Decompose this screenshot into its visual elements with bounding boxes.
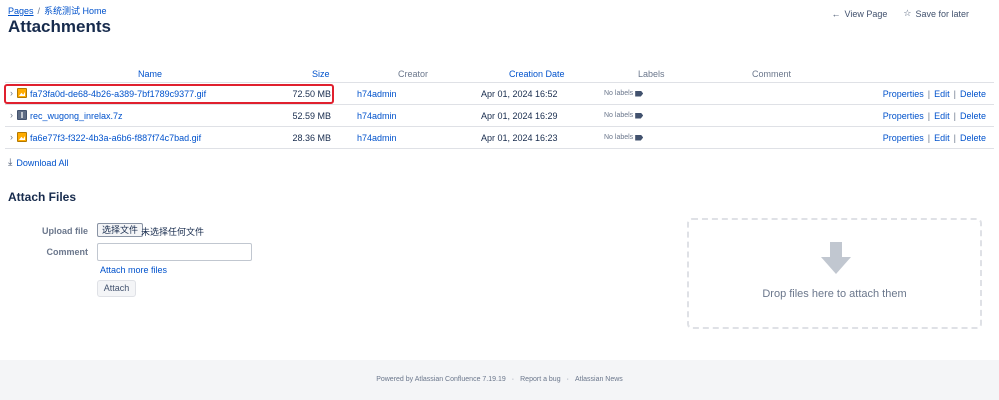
no-labels-text: No labels bbox=[604, 112, 634, 119]
chevron-left-icon: ← bbox=[831, 8, 841, 19]
comment-input[interactable] bbox=[97, 243, 252, 261]
creator-link[interactable]: h74admin bbox=[357, 89, 397, 99]
file-name-link[interactable]: rec_wugong_inrelax.7z bbox=[30, 111, 123, 121]
delete-link[interactable]: Delete bbox=[960, 111, 986, 121]
properties-link[interactable]: Properties bbox=[883, 133, 924, 143]
breadcrumb-pages[interactable]: Pages bbox=[8, 6, 34, 16]
archive-file-icon bbox=[17, 110, 27, 120]
properties-link[interactable]: Properties bbox=[883, 111, 924, 121]
download-all-label: Download All bbox=[16, 157, 69, 168]
properties-link[interactable]: Properties bbox=[883, 89, 924, 99]
creator-link[interactable]: h74admin bbox=[357, 133, 397, 143]
tag-icon[interactable] bbox=[635, 112, 644, 119]
chevron-right-icon[interactable]: › bbox=[10, 110, 13, 120]
footer: Powered by Atlassian Confluence 7.19.19 ·… bbox=[0, 360, 999, 400]
no-labels-text: No labels bbox=[604, 134, 634, 141]
download-icon: ⤓ bbox=[8, 157, 13, 168]
attach-files-title: Attach Files bbox=[8, 190, 77, 204]
table-row: › fa73fa0d-de68-4b26-a389-7bf1789c9377.g… bbox=[5, 83, 994, 105]
footer-links: Powered by Atlassian Confluence 7.19.19 ·… bbox=[0, 376, 999, 383]
comment-label: Comment bbox=[46, 247, 88, 257]
tag-icon[interactable] bbox=[635, 134, 644, 141]
row-actions: Properties | Edit | Delete bbox=[883, 89, 986, 99]
drop-zone-text: Drop files here to attach them bbox=[762, 288, 907, 300]
save-for-later-button[interactable]: ☆ Save for later bbox=[903, 8, 969, 19]
file-size: 52.59 MB bbox=[292, 111, 331, 121]
powered-by-text: Powered by Atlassian Confluence 7.19.19 bbox=[376, 376, 506, 383]
labels-cell: No labels bbox=[604, 112, 644, 119]
save-for-later-label: Save for later bbox=[915, 8, 969, 19]
top-actions: ← View Page ☆ Save for later bbox=[832, 8, 969, 19]
header-creator[interactable]: Creator bbox=[398, 69, 428, 79]
file-name-link[interactable]: fa73fa0d-de68-4b26-a389-7bf1789c9377.gif bbox=[30, 89, 206, 99]
attach-button[interactable]: Attach bbox=[97, 280, 136, 297]
drop-arrow-icon bbox=[821, 242, 851, 274]
drop-zone[interactable]: Drop files here to attach them bbox=[687, 218, 982, 329]
footer-separator: · bbox=[511, 376, 515, 383]
row-actions: Properties | Edit | Delete bbox=[883, 133, 986, 143]
delete-link[interactable]: Delete bbox=[960, 89, 986, 99]
upload-file-label: Upload file bbox=[41, 226, 88, 236]
star-icon: ☆ bbox=[903, 8, 912, 18]
gif-file-icon bbox=[17, 88, 27, 98]
labels-cell: No labels bbox=[604, 90, 644, 97]
footer-separator: · bbox=[566, 376, 569, 383]
action-separator: | bbox=[927, 133, 931, 143]
download-all-link[interactable]: ⤓ Download All bbox=[8, 157, 68, 168]
page-title: Attachments bbox=[8, 17, 111, 36]
edit-link[interactable]: Edit bbox=[934, 133, 950, 143]
table-row: › rec_wugong_inrelax.7z 52.59 MB h74admi… bbox=[5, 105, 994, 127]
table-header: Name Size Creator Creation Date Labels C… bbox=[5, 65, 994, 83]
header-comment: Comment bbox=[752, 69, 792, 79]
file-size: 28.36 MB bbox=[292, 133, 331, 143]
row-actions: Properties | Edit | Delete bbox=[883, 111, 986, 121]
no-labels-text: No labels bbox=[604, 90, 634, 97]
breadcrumb-separator: / bbox=[37, 6, 41, 16]
choose-file-button[interactable]: 选择文件 bbox=[97, 223, 144, 237]
action-separator: | bbox=[953, 89, 956, 99]
chevron-right-icon[interactable]: › bbox=[10, 88, 13, 98]
action-separator: | bbox=[953, 133, 956, 143]
breadcrumb: Pages / 系统测试 Home bbox=[8, 4, 107, 17]
report-bug-link[interactable]: Report a bug bbox=[520, 376, 560, 383]
header-name[interactable]: Name bbox=[138, 69, 162, 79]
view-page-label: View Page bbox=[844, 8, 888, 19]
header-labels: Labels bbox=[638, 69, 665, 79]
edit-link[interactable]: Edit bbox=[934, 111, 950, 121]
action-separator: | bbox=[927, 89, 931, 99]
header-creation-date[interactable]: Creation Date bbox=[509, 69, 565, 79]
breadcrumb-space-home[interactable]: 系统测试 Home bbox=[44, 6, 107, 16]
table-row: › fa6e77f3-f322-4b3a-a6b6-f887f74c7bad.g… bbox=[5, 127, 994, 149]
gif-file-icon bbox=[17, 132, 27, 142]
action-separator: | bbox=[927, 111, 931, 121]
no-file-chosen-text: 未选择任何文件 bbox=[141, 227, 205, 237]
action-separator: | bbox=[953, 111, 956, 121]
attach-more-files-link[interactable]: Attach more files bbox=[100, 265, 167, 275]
view-page-button[interactable]: ← View Page bbox=[832, 8, 888, 19]
creation-date: Apr 01, 2024 16:23 bbox=[481, 133, 558, 143]
file-size: 72.50 MB bbox=[292, 89, 331, 99]
tag-icon[interactable] bbox=[635, 90, 644, 97]
atlassian-news-link[interactable]: Atlassian News bbox=[575, 376, 623, 383]
header-size[interactable]: Size bbox=[312, 69, 330, 79]
chevron-right-icon[interactable]: › bbox=[10, 132, 13, 142]
creation-date: Apr 01, 2024 16:29 bbox=[481, 111, 558, 121]
edit-link[interactable]: Edit bbox=[934, 89, 950, 99]
delete-link[interactable]: Delete bbox=[960, 133, 986, 143]
file-name-link[interactable]: fa6e77f3-f322-4b3a-a6b6-f887f74c7bad.gif bbox=[30, 133, 201, 143]
creation-date: Apr 01, 2024 16:52 bbox=[481, 89, 558, 99]
attachments-table: Name Size Creator Creation Date Labels C… bbox=[5, 65, 994, 149]
creator-link[interactable]: h74admin bbox=[357, 111, 397, 121]
labels-cell: No labels bbox=[604, 134, 644, 141]
